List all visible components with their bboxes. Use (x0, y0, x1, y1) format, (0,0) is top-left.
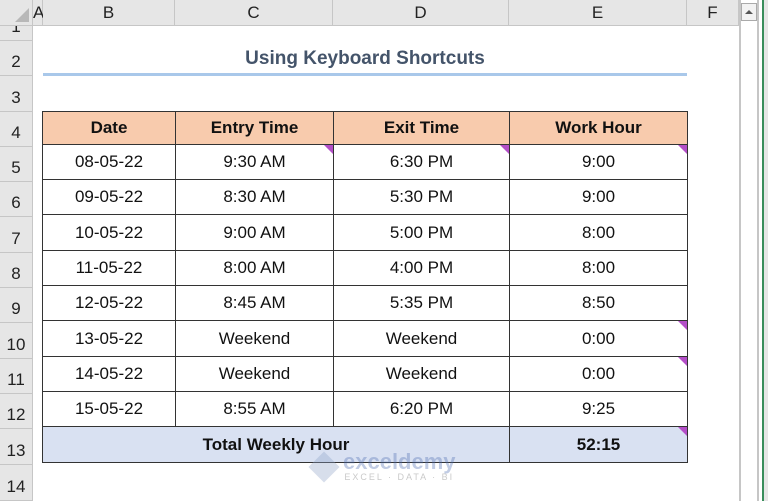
date-cell[interactable]: 11-05-22 (42, 250, 176, 286)
date-cell[interactable]: 14-05-22 (42, 356, 176, 392)
hours-cell[interactable]: 8:00 (509, 214, 688, 251)
entry-cell[interactable]: 9:30 AM (175, 144, 334, 180)
watermark-tagline: EXCEL · DATA · BI (344, 472, 455, 482)
comment-flag-icon[interactable] (678, 145, 687, 154)
row-header-13[interactable]: 13 (0, 429, 33, 465)
row-header-11[interactable]: 11 (0, 359, 33, 394)
header-work-hour[interactable]: Work Hour (509, 111, 688, 145)
row-header-4[interactable]: 4 (0, 112, 33, 147)
exit-cell[interactable]: 6:30 PM (333, 144, 510, 180)
hours-cell[interactable]: 9:00 (509, 179, 688, 215)
column-header-c[interactable]: C (175, 0, 333, 26)
cell-text: 0:00 (581, 364, 616, 383)
entry-cell[interactable]: 8:00 AM (175, 250, 334, 286)
row-header-14[interactable]: 14 (0, 465, 33, 501)
table-row: 14-05-22 Weekend Weekend 0:00 (42, 356, 688, 392)
date-cell[interactable]: 12-05-22 (42, 285, 176, 321)
header-date[interactable]: Date (42, 111, 176, 145)
exit-cell[interactable]: 5:30 PM (333, 179, 510, 215)
select-all-triangle-icon (15, 8, 29, 22)
column-header-e[interactable]: E (509, 0, 687, 26)
hours-cell[interactable]: 8:50 (509, 285, 688, 321)
scroll-up-button[interactable] (741, 3, 757, 21)
hours-cell[interactable]: 8:00 (509, 250, 688, 286)
comment-flag-icon[interactable] (324, 145, 333, 154)
date-cell[interactable]: 08-05-22 (42, 144, 176, 180)
entry-cell[interactable]: 8:30 AM (175, 179, 334, 215)
cell-text: 6:30 PM (389, 152, 454, 171)
row-header-7[interactable]: 7 (0, 217, 33, 253)
table-header-row: Date Entry Time Exit Time Work Hour (42, 111, 688, 145)
exit-cell[interactable]: 6:20 PM (333, 391, 510, 427)
cell-text: 9:00 (581, 152, 616, 171)
column-header-f[interactable]: F (687, 0, 739, 26)
column-header-b[interactable]: B (43, 0, 175, 26)
column-header-d[interactable]: D (333, 0, 509, 26)
table-row: 12-05-22 8:45 AM 5:35 PM 8:50 (42, 285, 688, 321)
right-edge-strip (764, 0, 768, 501)
row-header-5[interactable]: 5 (0, 147, 33, 182)
table-row: 11-05-22 8:00 AM 4:00 PM 8:00 (42, 250, 688, 286)
entry-cell[interactable]: 8:55 AM (175, 391, 334, 427)
header-exit-time[interactable]: Exit Time (333, 111, 510, 145)
entry-cell[interactable]: Weekend (175, 356, 334, 392)
table-row: 09-05-22 8:30 AM 5:30 PM 9:00 (42, 179, 688, 215)
row-header-3[interactable]: 3 (0, 76, 33, 112)
cell-text: 0:00 (581, 328, 616, 348)
exceldemy-logo-icon (308, 451, 340, 483)
comment-flag-icon[interactable] (678, 427, 687, 436)
exit-cell[interactable]: 4:00 PM (333, 250, 510, 286)
watermark-brand: exceldemy (343, 449, 456, 474)
date-cell[interactable]: 10-05-22 (42, 214, 176, 251)
entry-cell[interactable]: 9:00 AM (175, 214, 334, 251)
date-cell[interactable]: 13-05-22 (42, 320, 176, 357)
arrow-up-icon (745, 10, 753, 14)
hours-cell[interactable]: 9:00 (509, 144, 688, 180)
table-row: 10-05-22 9:00 AM 5:00 PM 8:00 (42, 214, 688, 251)
date-cell[interactable]: 15-05-22 (42, 391, 176, 427)
work-hours-table: Date Entry Time Exit Time Work Hour 08-0… (42, 111, 688, 463)
entry-cell[interactable]: Weekend (175, 320, 334, 357)
comment-flag-icon[interactable] (500, 145, 509, 154)
hours-cell[interactable]: 9:25 (509, 391, 688, 427)
exit-cell[interactable]: 5:00 PM (333, 214, 510, 251)
hours-cell[interactable]: 0:00 (509, 320, 688, 357)
title-underline (43, 73, 687, 76)
table-row: 13-05-22 Weekend Weekend 0:00 (42, 320, 688, 357)
sheet-title[interactable]: Using Keyboard Shortcuts (43, 44, 687, 74)
header-entry-time[interactable]: Entry Time (175, 111, 334, 145)
row-header-1[interactable]: 1 (0, 26, 33, 41)
cell-text: 52:15 (576, 434, 621, 454)
column-header-a[interactable]: A (33, 0, 44, 26)
exit-cell[interactable]: 5:35 PM (333, 285, 510, 321)
row-header-8[interactable]: 8 (0, 253, 33, 288)
vertical-scrollbar[interactable] (739, 0, 759, 501)
row-header-2[interactable]: 2 (0, 41, 33, 76)
row-header-12[interactable]: 12 (0, 394, 33, 429)
cell-text: 08-05-22 (74, 152, 144, 171)
select-all-corner[interactable] (0, 0, 33, 26)
table-row: 08-05-22 9:30 AM 6:30 PM 9:00 (42, 144, 688, 180)
row-header-10[interactable]: 10 (0, 323, 33, 359)
cell-text: 9:30 AM (223, 152, 286, 171)
hours-cell[interactable]: 0:00 (509, 356, 688, 392)
date-cell[interactable]: 09-05-22 (42, 179, 176, 215)
comment-flag-icon[interactable] (678, 357, 687, 366)
total-value-cell[interactable]: 52:15 (509, 426, 688, 463)
entry-cell[interactable]: 8:45 AM (175, 285, 334, 321)
exit-cell[interactable]: Weekend (333, 356, 510, 392)
row-header-6[interactable]: 6 (0, 182, 33, 217)
exceldemy-watermark: exceldemy EXCEL · DATA · BI (308, 449, 456, 483)
table-row: 15-05-22 8:55 AM 6:20 PM 9:25 (42, 391, 688, 427)
comment-flag-icon[interactable] (678, 321, 687, 330)
row-header-9[interactable]: 9 (0, 288, 33, 323)
exit-cell[interactable]: Weekend (333, 320, 510, 357)
